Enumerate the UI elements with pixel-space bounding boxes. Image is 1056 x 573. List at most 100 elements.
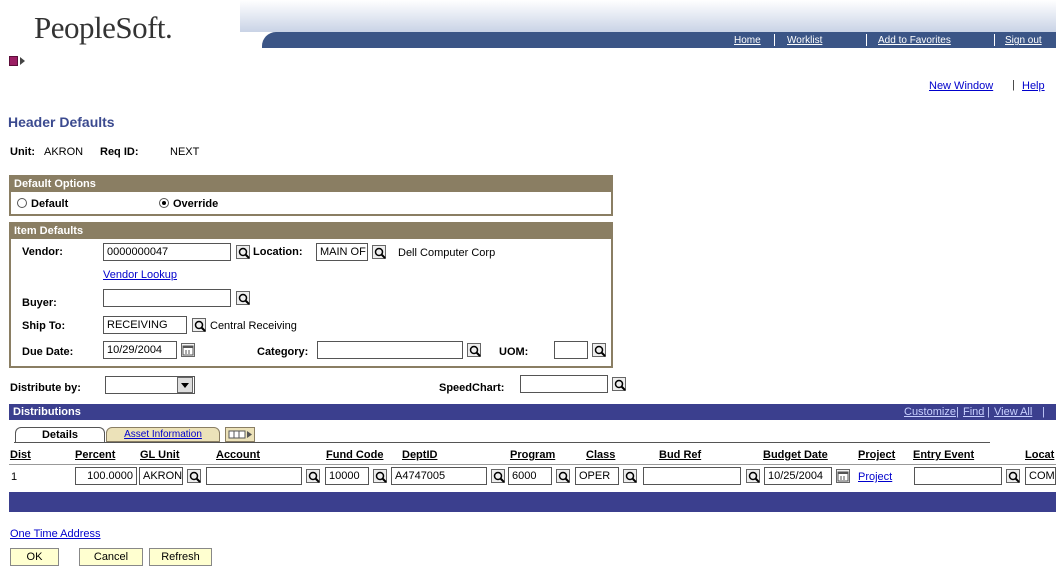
tab-baseline — [14, 442, 990, 443]
tab-details[interactable]: Details — [15, 427, 105, 442]
entry-event-lookup-icon[interactable] — [1006, 469, 1020, 483]
deptid-input[interactable]: A4747005 — [391, 467, 487, 485]
program-input[interactable]: 6000 — [508, 467, 552, 485]
table-row: 1 100.0000 AKRON 10000 A4747005 6000 OPE… — [9, 465, 1056, 489]
override-radio-option[interactable]: Override — [159, 198, 218, 210]
vendor-lookup-icon[interactable] — [236, 245, 250, 259]
show-all-columns-icon[interactable] — [225, 427, 255, 442]
col-gl-unit[interactable]: GL Unit — [140, 449, 180, 461]
class-input[interactable]: OPER — [575, 467, 619, 485]
category-lookup-icon[interactable] — [467, 343, 481, 357]
location-label: Location: — [253, 246, 303, 258]
bud-ref-input[interactable] — [643, 467, 741, 485]
ship-to-label: Ship To: — [22, 320, 66, 332]
vendor-lookup-link[interactable]: Vendor Lookup — [103, 269, 177, 281]
chevron-down-icon[interactable] — [177, 377, 193, 393]
new-window-link[interactable]: New Window — [929, 80, 993, 92]
distributions-header: Distributions Customize | Find | View Al… — [9, 404, 1056, 420]
location-lookup-icon[interactable] — [372, 245, 386, 259]
fund-code-input[interactable]: 10000 — [325, 467, 369, 485]
override-radio-label: Override — [173, 198, 219, 210]
percent-input[interactable]: 100.0000 — [75, 467, 137, 485]
nav-separator — [994, 34, 995, 46]
class-lookup-icon[interactable] — [623, 469, 637, 483]
calendar-icon[interactable] — [836, 469, 850, 483]
buyer-lookup-icon[interactable] — [236, 291, 250, 305]
grid-separator: | — [1042, 406, 1045, 418]
override-radio-icon[interactable] — [159, 198, 169, 208]
vendor-input[interactable]: 0000000047 — [103, 243, 231, 261]
location-grid-input[interactable]: COM — [1025, 467, 1056, 485]
header-band — [240, 0, 1056, 32]
distributions-title: Distributions — [13, 406, 81, 418]
req-id-label: Req ID: — [100, 146, 139, 158]
fund-code-lookup-icon[interactable] — [373, 469, 387, 483]
col-budget-date[interactable]: Budget Date — [763, 449, 828, 461]
menu-toggle-icon[interactable] — [9, 56, 18, 66]
account-lookup-icon[interactable] — [306, 469, 320, 483]
cancel-button[interactable]: Cancel — [79, 548, 143, 566]
due-date-input[interactable]: 10/29/2004 — [103, 341, 177, 359]
nav-worklist-link[interactable]: Worklist — [787, 35, 822, 46]
one-time-address-link[interactable]: One Time Address — [10, 528, 101, 540]
tab-asset-information[interactable]: Asset Information — [106, 427, 220, 442]
category-input[interactable] — [317, 341, 463, 359]
location-input[interactable]: MAIN OF — [316, 243, 368, 261]
col-account[interactable]: Account — [216, 449, 260, 461]
col-program[interactable]: Program — [510, 449, 555, 461]
customize-link[interactable]: Customize — [904, 406, 956, 418]
ship-to-lookup-icon[interactable] — [192, 318, 206, 332]
cell-dist: 1 — [11, 471, 18, 483]
gl-unit-input[interactable]: AKRON — [139, 467, 183, 485]
col-deptid[interactable]: DeptID — [402, 449, 437, 461]
default-radio-option[interactable]: Default — [17, 198, 68, 210]
col-dist[interactable]: Dist — [10, 449, 31, 461]
view-all-link[interactable]: View All — [994, 406, 1032, 418]
due-date-label: Due Date: — [22, 346, 74, 358]
col-entry-event[interactable]: Entry Event — [913, 449, 974, 461]
bud-ref-lookup-icon[interactable] — [746, 469, 760, 483]
nav-add-favorites-link[interactable]: Add to Favorites — [878, 35, 951, 46]
program-lookup-icon[interactable] — [556, 469, 570, 483]
speedchart-label: SpeedChart: — [439, 382, 505, 394]
default-options-header: Default Options — [11, 177, 611, 192]
ship-to-description: Central Receiving — [210, 320, 297, 332]
speedchart-input[interactable] — [520, 375, 608, 393]
speedchart-lookup-icon[interactable] — [612, 377, 626, 391]
vendor-name: Dell Computer Corp — [398, 247, 496, 259]
calendar-icon[interactable] — [181, 343, 195, 357]
top-nav: Home Worklist Add to Favorites Sign out — [262, 32, 1056, 48]
col-location[interactable]: Locat — [1025, 449, 1054, 461]
col-bud-ref[interactable]: Bud Ref — [659, 449, 701, 461]
grid-footer-bar — [9, 492, 1056, 512]
item-defaults-header: Item Defaults — [11, 224, 611, 239]
refresh-button[interactable]: Refresh — [149, 548, 212, 566]
buyer-input[interactable] — [103, 289, 231, 307]
col-percent[interactable]: Percent — [75, 449, 115, 461]
deptid-lookup-icon[interactable] — [491, 469, 505, 483]
uom-input[interactable] — [554, 341, 588, 359]
peoplesoft-logo: PeopleSoft. — [34, 10, 173, 45]
ship-to-input[interactable]: RECEIVING — [103, 316, 187, 334]
account-input[interactable] — [206, 467, 302, 485]
expand-arrow-icon[interactable] — [20, 57, 25, 65]
grid-separator: | — [956, 406, 959, 418]
vendor-label: Vendor: — [22, 246, 63, 258]
col-class[interactable]: Class — [586, 449, 615, 461]
nav-separator — [774, 34, 775, 46]
nav-sign-out-link[interactable]: Sign out — [1005, 35, 1042, 46]
gl-unit-lookup-icon[interactable] — [187, 469, 201, 483]
budget-date-input[interactable]: 10/25/2004 — [764, 467, 832, 485]
ok-button[interactable]: OK — [10, 548, 59, 566]
project-link[interactable]: Project — [858, 471, 892, 483]
col-project[interactable]: Project — [858, 449, 895, 461]
default-radio-label: Default — [31, 198, 69, 210]
find-link[interactable]: Find — [963, 406, 984, 418]
help-link[interactable]: Help — [1022, 80, 1045, 92]
col-fund-code[interactable]: Fund Code — [326, 449, 383, 461]
default-radio-icon[interactable] — [17, 198, 27, 208]
unit-label: Unit: — [10, 146, 36, 158]
nav-home-link[interactable]: Home — [734, 35, 761, 46]
entry-event-input[interactable] — [914, 467, 1002, 485]
uom-lookup-icon[interactable] — [592, 343, 606, 357]
